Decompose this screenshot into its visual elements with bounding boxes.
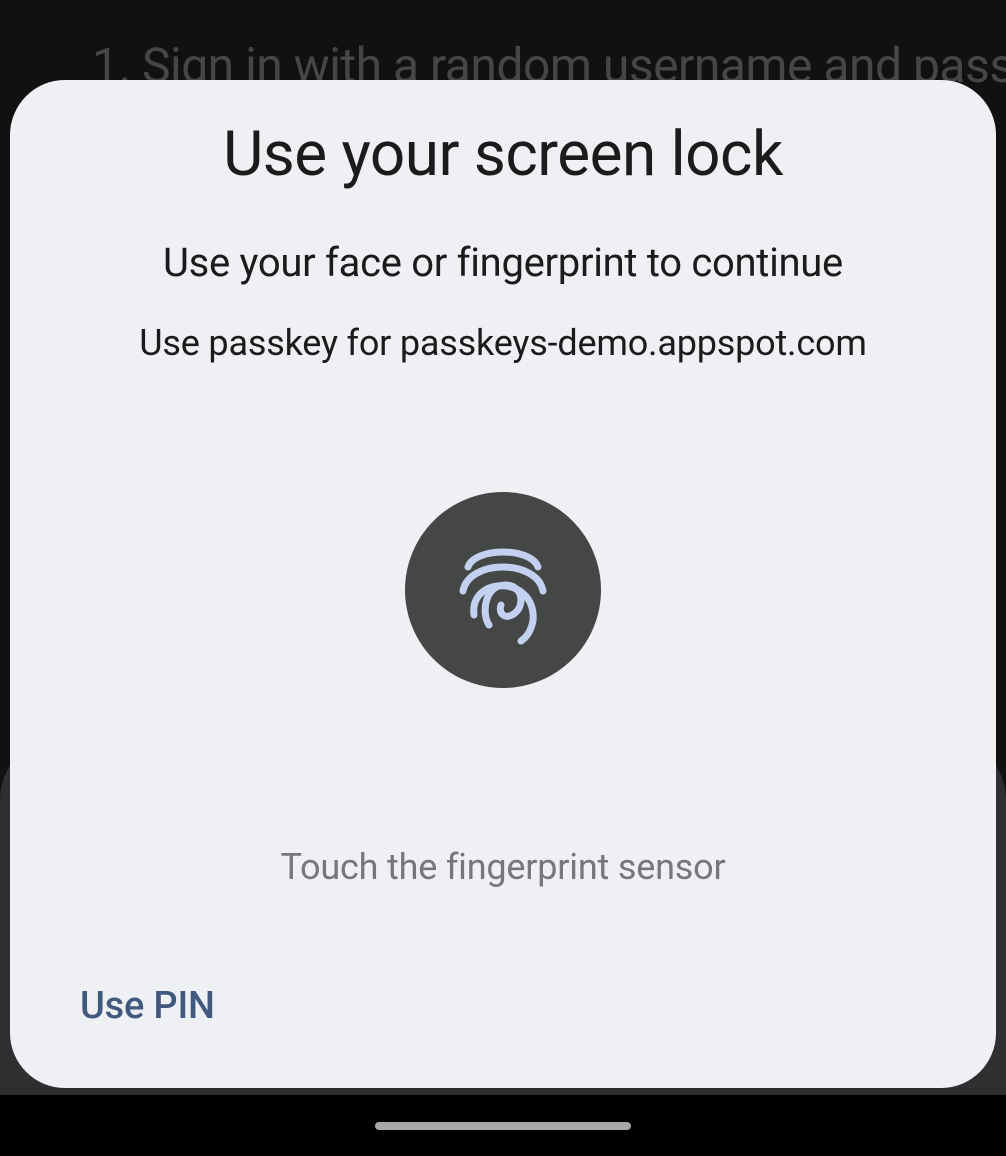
fingerprint-icon (453, 535, 553, 645)
fingerprint-sensor-target[interactable] (405, 492, 601, 688)
dialog-title: Use your screen lock (223, 118, 783, 191)
system-navigation-bar (0, 1095, 1006, 1156)
gesture-handle (375, 1122, 631, 1130)
fingerprint-hint-text: Touch the fingerprint sensor (280, 846, 725, 888)
passkey-domain-text: Use passkey for passkeys-demo.appspot.co… (139, 322, 866, 364)
dialog-subtitle: Use your face or fingerprint to continue (163, 239, 843, 286)
use-pin-button[interactable]: Use PIN (76, 976, 219, 1036)
biometric-prompt-sheet: Use your screen lock Use your face or fi… (10, 80, 996, 1088)
